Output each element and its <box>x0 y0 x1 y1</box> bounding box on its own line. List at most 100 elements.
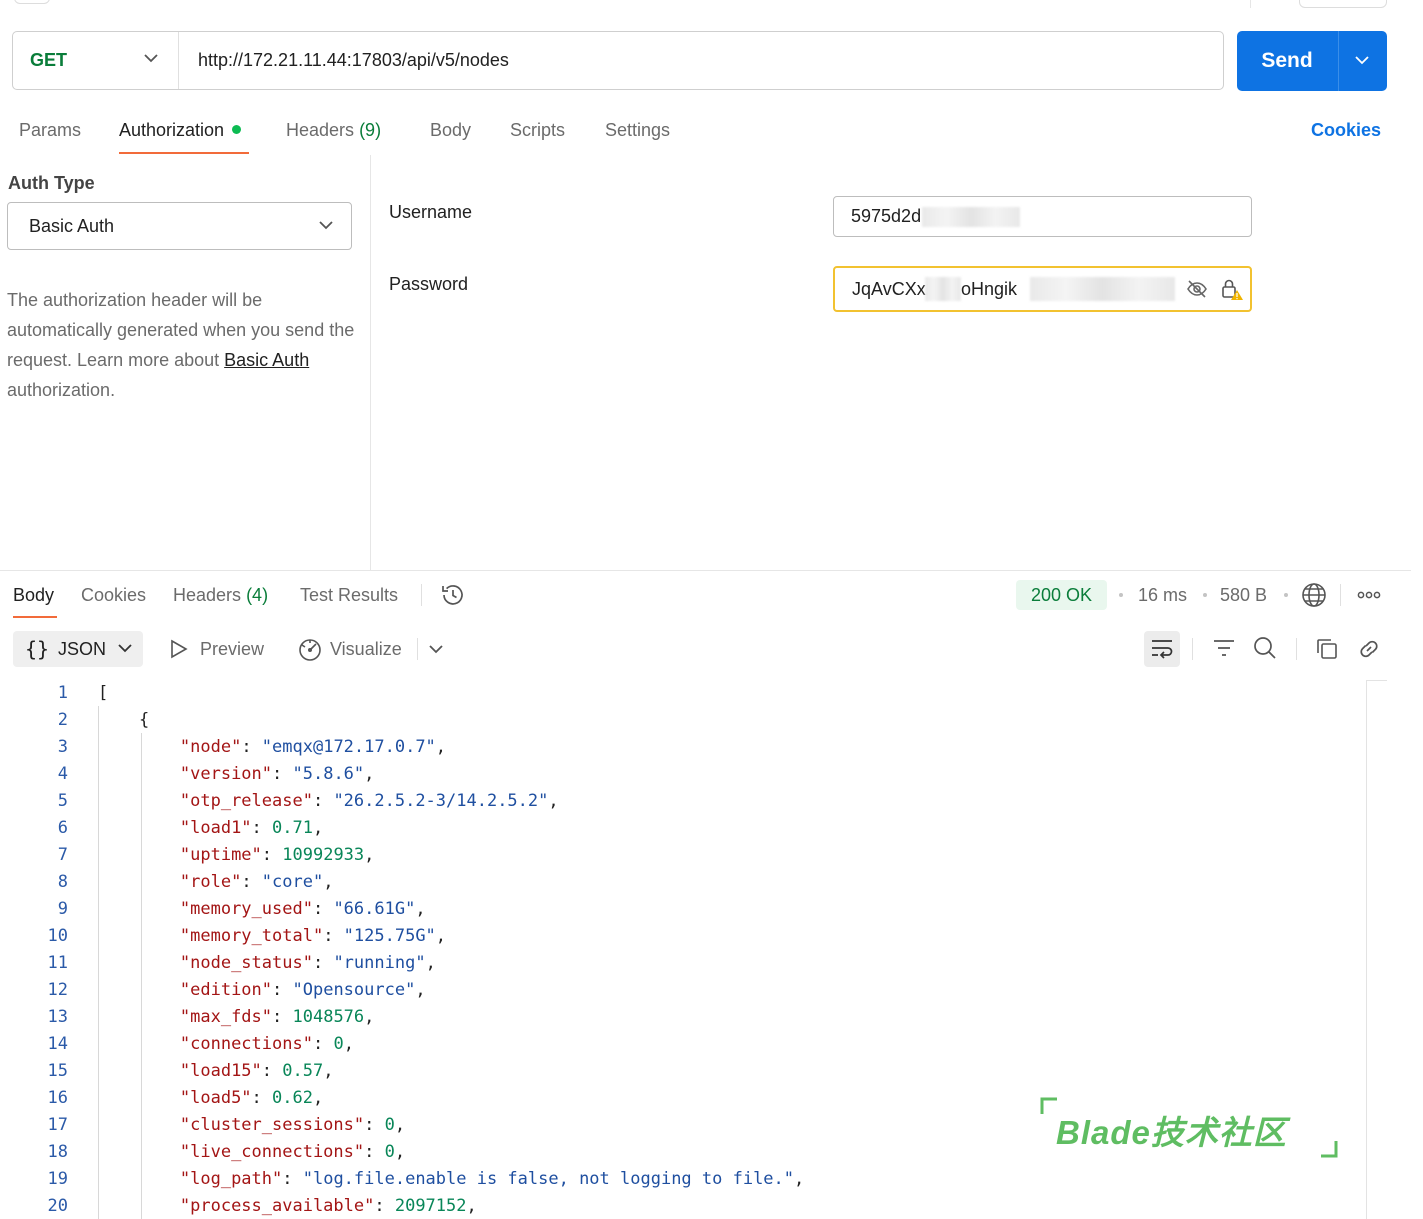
tab-label: Headers <box>173 585 242 605</box>
auth-type-label: Auth Type <box>8 173 95 193</box>
code-line: "live_connections": 0, <box>179 1142 406 1162</box>
tab-headers[interactable]: Headers (9) <box>286 117 381 143</box>
divider <box>1296 638 1297 660</box>
line-number: 12 <box>47 980 68 1000</box>
line-number: 11 <box>47 953 68 973</box>
redaction-blur <box>922 207 1020 227</box>
line-number: 1 <box>57 683 68 703</box>
link-icon[interactable] <box>1356 636 1382 662</box>
divider <box>421 584 422 606</box>
vertical-scrollbar[interactable] <box>1366 680 1367 1219</box>
response-tab-body[interactable]: Body <box>13 582 54 608</box>
divider <box>1338 31 1339 91</box>
password-field[interactable]: JqAvCXx2 oHngik <box>833 266 1252 312</box>
auth-description: The authorization header will be automat… <box>7 285 357 405</box>
history-icon[interactable] <box>440 583 466 607</box>
eye-off-icon[interactable] <box>1186 279 1208 299</box>
method-select[interactable]: GET <box>13 32 179 89</box>
format-value: JSON <box>58 639 107 659</box>
format-select[interactable]: {} JSON <box>13 631 143 667</box>
tab-label: Test Results <box>300 585 399 605</box>
tab-label: Body <box>430 120 472 140</box>
tab-count: (9) <box>359 120 382 140</box>
response-tab-cookies[interactable]: Cookies <box>81 582 146 608</box>
active-dot <box>232 125 242 134</box>
line-number: 9 <box>57 899 68 919</box>
filter-icon[interactable] <box>1212 638 1236 658</box>
line-number: 15 <box>47 1061 68 1081</box>
json-braces-icon: {} <box>25 637 50 661</box>
tab-scripts[interactable]: Scripts <box>510 117 565 143</box>
response-time[interactable]: 16 ms <box>1138 582 1187 608</box>
active-tab-underline <box>13 616 57 618</box>
divider <box>417 638 418 660</box>
visualize-button[interactable]: Visualize <box>330 636 402 662</box>
username-label: Username <box>389 202 473 222</box>
preview-button[interactable]: Preview <box>200 636 264 662</box>
line-number: 19 <box>47 1169 68 1189</box>
wrap-lines-button[interactable] <box>1144 631 1180 667</box>
redaction-blur <box>1030 277 1175 301</box>
search-icon[interactable] <box>1253 636 1277 660</box>
active-tab-underline <box>119 152 249 154</box>
response-divider <box>0 570 1411 571</box>
code-line: "log_path": "log.file.enable is false, n… <box>179 1169 805 1189</box>
chevron-down-icon[interactable] <box>429 645 443 654</box>
copy-icon[interactable] <box>1315 637 1339 661</box>
tab-stub <box>14 0 50 4</box>
line-number: 13 <box>47 1007 68 1027</box>
watermark-text: Blade技术社区 <box>1056 1114 1287 1151</box>
url-input[interactable]: http://172.21.11.44:17803/api/v5/nodes <box>198 32 509 89</box>
password-value: JqAvCXx2 <box>852 279 936 299</box>
response-size[interactable]: 580 B <box>1220 582 1267 608</box>
line-number: 3 <box>57 737 68 757</box>
code-line: { <box>98 710 150 730</box>
code-line: "max_fds": 1048576, <box>179 1007 375 1027</box>
panel-divider <box>370 155 371 570</box>
username-value: 5975d2d <box>851 206 922 226</box>
tab-params[interactable]: Params <box>19 117 81 143</box>
tab-settings[interactable]: Settings <box>605 117 670 143</box>
line-number: 16 <box>47 1088 68 1108</box>
code-line: "cluster_sessions": 0, <box>179 1115 406 1135</box>
code-line: "connections": 0, <box>179 1034 354 1054</box>
top-right-stub <box>1299 0 1387 8</box>
basic-auth-link[interactable]: Basic Auth <box>224 350 309 370</box>
tab-body[interactable]: Body <box>430 117 471 143</box>
code-line: [ <box>98 683 109 703</box>
tab-authorization[interactable]: Authorization <box>119 117 242 143</box>
divider <box>1340 584 1341 606</box>
tab-count: (4) <box>246 585 269 605</box>
tab-label: Body <box>13 585 55 605</box>
line-number: 20 <box>47 1196 68 1216</box>
auth-type-value: Basic Auth <box>29 216 115 236</box>
watermark-bracket-right <box>1321 1141 1338 1158</box>
separator-dot <box>1119 593 1123 597</box>
code-line: "role": "core", <box>179 872 334 892</box>
globe-icon[interactable] <box>1301 582 1327 608</box>
auth-type-select[interactable]: Basic Auth <box>7 202 352 250</box>
tab-label: Settings <box>605 120 671 140</box>
status-badge[interactable]: 200 OK <box>1016 580 1107 610</box>
username-field[interactable]: 5975d2d <box>833 196 1252 237</box>
password-value-2: oHngik <box>961 279 1018 299</box>
code-line: "node_status": "running", <box>179 953 436 973</box>
line-number: 14 <box>47 1034 68 1054</box>
tab-label: Cookies <box>81 585 147 605</box>
send-button[interactable]: Send <box>1237 31 1387 91</box>
chevron-down-icon <box>118 644 132 653</box>
response-tab-headers[interactable]: Headers (4) <box>173 582 268 608</box>
line-number: 18 <box>47 1142 68 1162</box>
password-label: Password <box>389 274 469 294</box>
visualize-icon <box>299 639 321 661</box>
more-icon[interactable] <box>1357 589 1381 601</box>
response-tab-test-results[interactable]: Test Results <box>300 582 398 608</box>
divider <box>1192 638 1193 660</box>
chevron-down-icon[interactable] <box>1355 56 1369 65</box>
line-number: 6 <box>57 818 68 838</box>
separator-dot <box>1284 593 1288 597</box>
tab-label: Scripts <box>510 120 566 140</box>
lock-warning-icon[interactable] <box>1220 278 1244 302</box>
cookies-link[interactable]: Cookies <box>1311 117 1381 143</box>
line-number: 2 <box>57 710 68 730</box>
